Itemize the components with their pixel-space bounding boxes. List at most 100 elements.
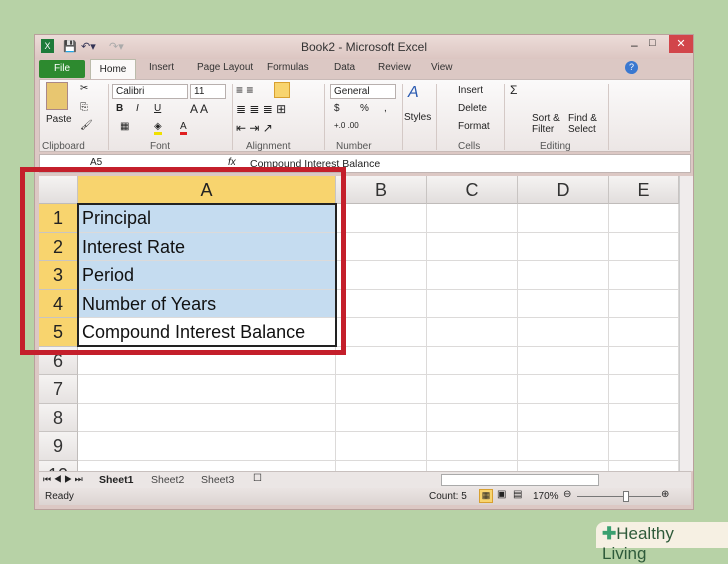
cell-A8[interactable] bbox=[78, 403, 336, 432]
cell-D9[interactable] bbox=[518, 432, 609, 461]
cell-B3[interactable] bbox=[336, 261, 427, 290]
tab-file[interactable]: File bbox=[39, 60, 85, 78]
underline-button[interactable]: U bbox=[154, 103, 161, 114]
styles-button[interactable]: Styles bbox=[404, 112, 431, 123]
cell-A7[interactable] bbox=[78, 375, 336, 404]
cell-C1[interactable] bbox=[427, 204, 518, 233]
insert-cells-button[interactable]: Insert bbox=[458, 85, 483, 96]
currency-button[interactable]: $ bbox=[334, 103, 340, 114]
sort-filter-button[interactable]: Sort & Filter bbox=[532, 113, 566, 135]
italic-button[interactable]: I bbox=[136, 103, 139, 114]
cell-D5[interactable] bbox=[518, 318, 609, 347]
cell-C8[interactable] bbox=[427, 403, 518, 432]
cell-E5[interactable] bbox=[609, 318, 679, 347]
percent-button[interactable]: % bbox=[360, 103, 369, 114]
column-header-B[interactable]: B bbox=[336, 176, 427, 204]
zoom-slider[interactable] bbox=[577, 496, 661, 497]
align-bottom-icon[interactable] bbox=[274, 82, 290, 98]
cell-E6[interactable] bbox=[609, 346, 679, 375]
format-cells-button[interactable]: Format bbox=[458, 121, 490, 132]
cell-D7[interactable] bbox=[518, 375, 609, 404]
cell-D1[interactable] bbox=[518, 204, 609, 233]
zoom-slider-thumb[interactable] bbox=[623, 491, 629, 502]
insert-sheet-icon[interactable]: ☐ bbox=[253, 473, 262, 484]
cell-D3[interactable] bbox=[518, 261, 609, 290]
paste-icon[interactable] bbox=[46, 82, 68, 110]
sheet-tab-1[interactable]: Sheet1 bbox=[99, 474, 133, 486]
normal-view-icon[interactable]: ▦ bbox=[479, 489, 493, 503]
font-color-icon[interactable]: A bbox=[180, 121, 187, 135]
find-select-button[interactable]: Find & Select bbox=[568, 113, 604, 135]
zoom-in-icon[interactable]: ⊕ bbox=[661, 489, 669, 500]
font-name-select[interactable]: Calibri bbox=[112, 84, 188, 99]
cell-B8[interactable] bbox=[336, 403, 427, 432]
cell-E4[interactable] bbox=[609, 289, 679, 318]
cell-C7[interactable] bbox=[427, 375, 518, 404]
align-text-icons[interactable]: ≣ ≣ ≣ ⊞ bbox=[236, 102, 286, 116]
sheet-tab-3[interactable]: Sheet3 bbox=[201, 474, 234, 486]
cell-B6[interactable] bbox=[336, 346, 427, 375]
minimize-button[interactable]: – bbox=[631, 38, 638, 52]
cell-B7[interactable] bbox=[336, 375, 427, 404]
decimal-icons[interactable]: +.0 .00 bbox=[334, 121, 359, 130]
copy-icon[interactable]: ⎘ bbox=[80, 102, 88, 113]
page-break-view-icon[interactable]: ▤ bbox=[513, 489, 522, 500]
styles-icon[interactable]: A bbox=[408, 84, 419, 102]
cell-C4[interactable] bbox=[427, 289, 518, 318]
tab-review[interactable]: Review bbox=[378, 62, 411, 73]
page-layout-view-icon[interactable]: ▣ bbox=[497, 489, 506, 500]
cell-B4[interactable] bbox=[336, 289, 427, 318]
tab-home[interactable]: Home bbox=[90, 59, 136, 80]
delete-cells-button[interactable]: Delete bbox=[458, 103, 487, 114]
number-format-select[interactable]: General bbox=[330, 84, 396, 99]
horizontal-scrollbar[interactable] bbox=[441, 474, 599, 486]
vertical-scrollbar[interactable] bbox=[679, 176, 693, 471]
cell-C9[interactable] bbox=[427, 432, 518, 461]
cell-C6[interactable] bbox=[427, 346, 518, 375]
row-header-8[interactable]: 8 bbox=[39, 403, 78, 432]
cell-C3[interactable] bbox=[427, 261, 518, 290]
cell-B1[interactable] bbox=[336, 204, 427, 233]
tab-page-layout[interactable]: Page Layout bbox=[197, 62, 253, 73]
cell-B9[interactable] bbox=[336, 432, 427, 461]
cell-E9[interactable] bbox=[609, 432, 679, 461]
cell-D4[interactable] bbox=[518, 289, 609, 318]
borders-icon[interactable]: ▦ bbox=[120, 121, 129, 132]
column-header-C[interactable]: C bbox=[427, 176, 518, 204]
cell-D8[interactable] bbox=[518, 403, 609, 432]
tab-formulas[interactable]: Formulas bbox=[267, 62, 309, 73]
help-icon[interactable]: ? bbox=[625, 61, 638, 74]
font-size-select[interactable]: 11 bbox=[190, 84, 226, 99]
cell-C5[interactable] bbox=[427, 318, 518, 347]
cell-A9[interactable] bbox=[78, 432, 336, 461]
bold-button[interactable]: B bbox=[116, 103, 123, 114]
grow-font-icon[interactable]: A A bbox=[190, 102, 208, 116]
autosum-button[interactable]: Σ bbox=[510, 83, 517, 97]
cell-C2[interactable] bbox=[427, 232, 518, 261]
cell-E1[interactable] bbox=[609, 204, 679, 233]
cell-E8[interactable] bbox=[609, 403, 679, 432]
cell-E7[interactable] bbox=[609, 375, 679, 404]
tab-view[interactable]: View bbox=[431, 62, 453, 73]
cell-B2[interactable] bbox=[336, 232, 427, 261]
sheet-tab-2[interactable]: Sheet2 bbox=[151, 474, 184, 486]
format-painter-icon[interactable]: 🖌 bbox=[80, 120, 93, 131]
tab-insert[interactable]: Insert bbox=[149, 62, 174, 73]
cell-D2[interactable] bbox=[518, 232, 609, 261]
comma-button[interactable]: , bbox=[384, 103, 387, 114]
row-header-7[interactable]: 7 bbox=[39, 375, 78, 404]
close-button[interactable]: ✕ bbox=[669, 35, 693, 53]
sheet-nav-icons[interactable]: ⏮ ◀ ▶ ⏭ bbox=[43, 474, 83, 485]
maximize-button[interactable]: □ bbox=[649, 37, 656, 49]
cell-D6[interactable] bbox=[518, 346, 609, 375]
cell-E2[interactable] bbox=[609, 232, 679, 261]
align-top-icon[interactable]: ≡ ≡ bbox=[236, 83, 253, 97]
zoom-out-icon[interactable]: ⊖ bbox=[563, 489, 571, 500]
paste-button[interactable]: Paste bbox=[46, 114, 72, 125]
row-header-9[interactable]: 9 bbox=[39, 432, 78, 461]
fill-color-icon[interactable]: ◈ bbox=[154, 121, 162, 135]
cell-B5[interactable] bbox=[336, 318, 427, 347]
indent-icons[interactable]: ⇤ ⇥ ↗ bbox=[236, 121, 273, 135]
column-header-E[interactable]: E bbox=[609, 176, 679, 204]
column-header-D[interactable]: D bbox=[518, 176, 609, 204]
